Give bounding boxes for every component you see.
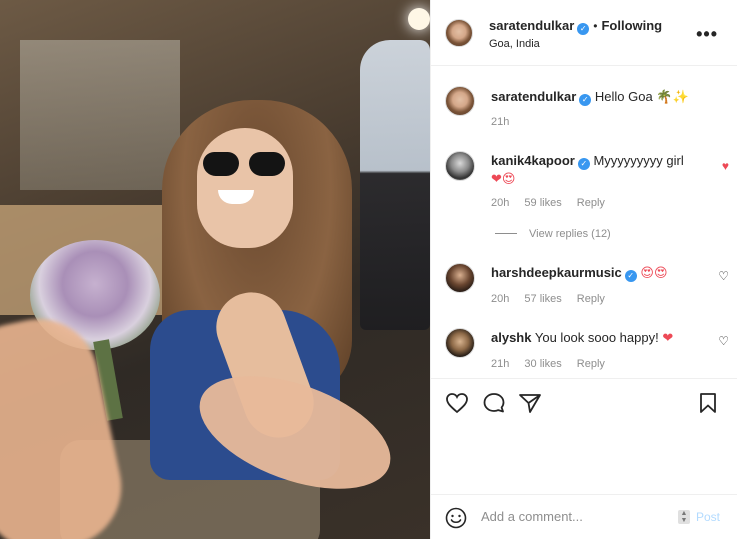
caption-text: Hello Goa (594, 89, 653, 104)
comment-likes[interactable]: 30 likes (524, 358, 561, 370)
heart-icon[interactable]: ♡ (718, 269, 729, 283)
reply-button[interactable]: Reply (577, 293, 605, 305)
post-comment-button[interactable]: Post (696, 510, 720, 524)
reply-button[interactable]: Reply (577, 358, 605, 370)
view-replies-label: View replies (12) (529, 228, 611, 240)
reply-button[interactable]: Reply (577, 197, 605, 209)
post-header: saratendulkar ✓ • Following Goa, India ••• (431, 0, 737, 66)
post-photo[interactable] (0, 0, 430, 539)
caption-avatar[interactable] (445, 86, 475, 116)
action-bar (431, 378, 737, 426)
comment-bubble-icon[interactable] (482, 392, 506, 414)
background-window (20, 40, 180, 190)
comment-item: harshdeepkaurmusic ✓ 😍😍 20h 57 likes Repl… (445, 263, 731, 313)
comment-body: alyshk You look sooo happy! ❤ (491, 329, 711, 348)
bookmark-icon[interactable] (698, 392, 718, 414)
spinner-icon: ▲ ▼ (678, 510, 690, 524)
comment-text: Myyyyyyyyy girl (593, 153, 684, 168)
verified-badge-icon: ✓ (577, 158, 590, 170)
commenter-avatar[interactable] (445, 151, 475, 181)
commenter-avatar[interactable] (445, 263, 475, 293)
verified-badge-icon: ✓ (624, 270, 637, 282)
comment-emoji: 😍😍 (640, 266, 668, 281)
add-comment-bar: Add a comment... ▲ ▼ Post (431, 494, 737, 539)
following-button[interactable]: Following (601, 18, 662, 33)
comment-item: alyshk You look sooo happy! ❤ 21h 30 lik… (445, 328, 731, 378)
comment-username[interactable]: alyshk (491, 330, 531, 345)
share-send-icon[interactable] (518, 392, 542, 414)
comment-time[interactable]: 20h (491, 293, 509, 305)
background-person (360, 40, 430, 330)
comment-meta: 20h 59 likes Reply (491, 197, 617, 209)
verified-badge-icon: ✓ (577, 23, 590, 35)
caption-username[interactable]: saratendulkar (491, 89, 576, 104)
comment-body: kanik4kapoor ✓ Myyyyyyyyy girl ❤😍 (491, 152, 711, 189)
emoji-smiley-icon[interactable] (445, 507, 467, 529)
comment-emoji: ❤ (662, 331, 674, 346)
separator-dot: • (593, 19, 598, 33)
comment-emoji: ❤😍 (491, 172, 516, 187)
post-details-panel: saratendulkar ✓ • Following Goa, India ••• … (430, 0, 737, 539)
heart-icon[interactable]: ♥ (722, 159, 729, 173)
comment-meta: 21h 30 likes Reply (491, 358, 617, 370)
comment-item: kanik4kapoor ✓ Myyyyyyyyy girl ❤😍 20h 59 … (445, 151, 731, 211)
caption: saratendulkar ✓ Hello Goa 🌴✨ 21h (445, 86, 731, 136)
caption-body: saratendulkar ✓ Hello Goa 🌴✨ (491, 88, 711, 107)
background-light (408, 8, 430, 30)
verified-badge-icon: ✓ (579, 94, 592, 106)
caption-meta: 21h (491, 116, 521, 128)
comment-body: harshdeepkaurmusic ✓ 😍😍 (491, 264, 711, 283)
comment-input[interactable]: Add a comment... (481, 509, 583, 524)
post-location[interactable]: Goa, India (489, 38, 540, 50)
commenter-avatar[interactable] (445, 328, 475, 358)
author-username[interactable]: saratendulkar (489, 18, 574, 33)
woman-face (197, 128, 293, 248)
caption-time[interactable]: 21h (491, 116, 509, 128)
view-replies-button[interactable]: View replies (12) (495, 228, 611, 240)
like-heart-icon[interactable] (445, 392, 469, 414)
comment-text: You look sooo happy! (534, 330, 659, 345)
heart-icon[interactable]: ♡ (718, 334, 729, 348)
author-line: saratendulkar ✓ • Following (489, 18, 662, 35)
caption-emoji: 🌴✨ (656, 90, 689, 105)
comment-meta: 20h 57 likes Reply (491, 293, 617, 305)
comment-likes[interactable]: 57 likes (524, 293, 561, 305)
more-options-icon[interactable]: ••• (696, 24, 718, 45)
comment-username[interactable]: kanik4kapoor (491, 153, 575, 168)
divider-line (495, 233, 517, 234)
comment-time[interactable]: 20h (491, 197, 509, 209)
sunglasses (203, 152, 285, 176)
comment-time[interactable]: 21h (491, 358, 509, 370)
comment-likes[interactable]: 59 likes (524, 197, 561, 209)
comment-username[interactable]: harshdeepkaurmusic (491, 265, 622, 280)
author-avatar[interactable] (445, 19, 473, 47)
